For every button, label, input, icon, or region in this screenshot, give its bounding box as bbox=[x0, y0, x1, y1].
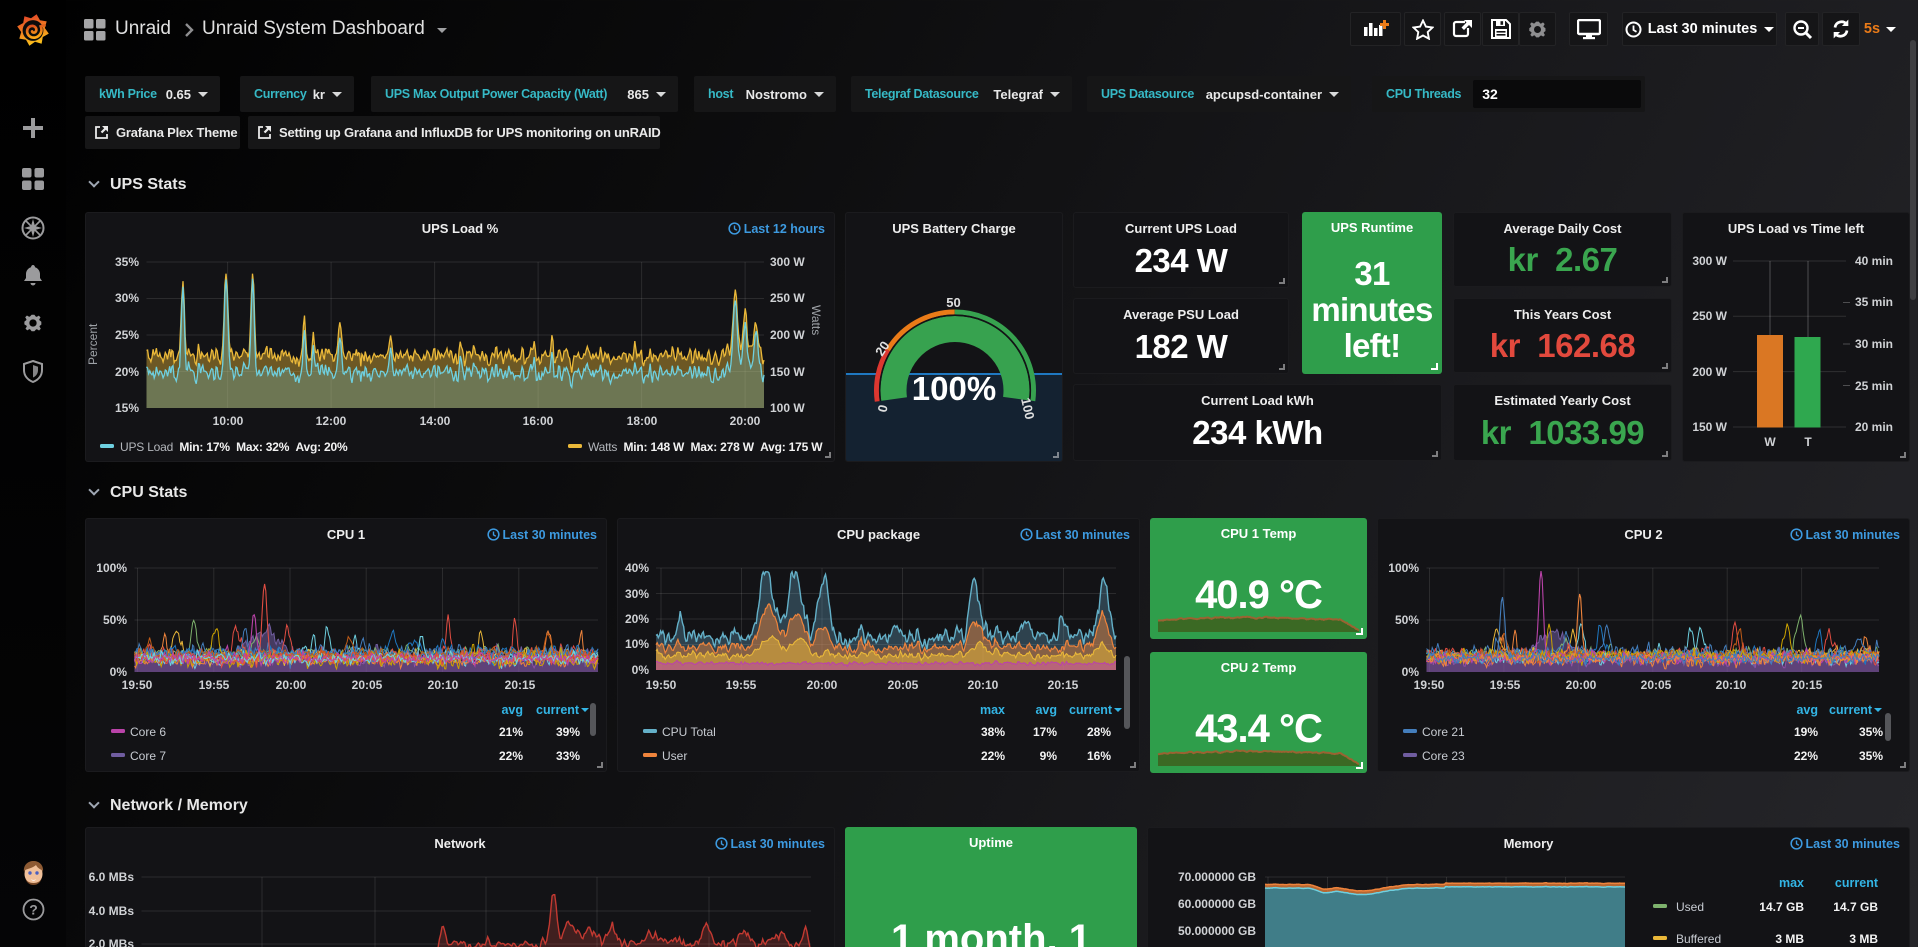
svg-text:50: 50 bbox=[946, 295, 960, 310]
svg-text:?: ? bbox=[29, 902, 38, 918]
